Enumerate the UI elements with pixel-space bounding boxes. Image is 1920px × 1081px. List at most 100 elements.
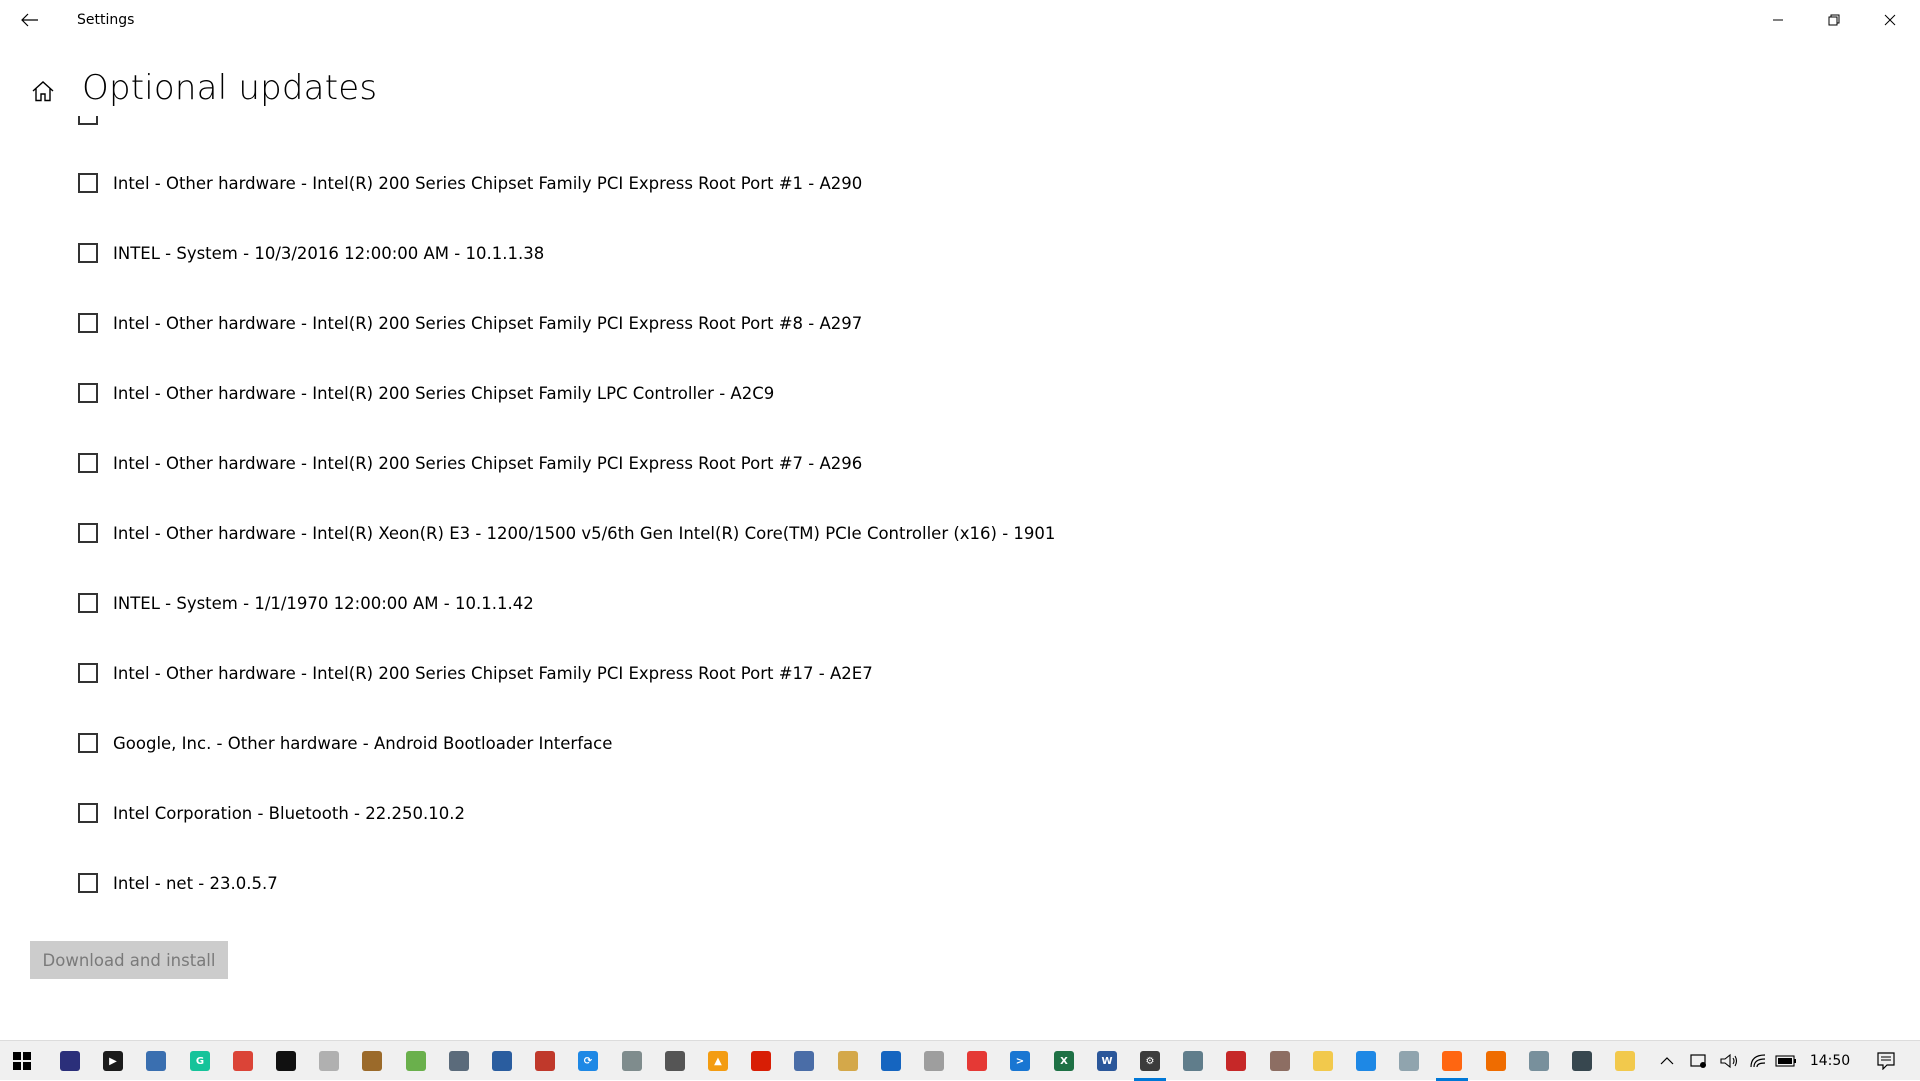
taskbar-app-gear-app[interactable] [655,1041,695,1081]
taskbar-app-word[interactable]: W [1087,1041,1127,1081]
taskbar-app-folder-app[interactable] [1605,1041,1645,1081]
sync-icon: ⟳ [578,1051,598,1071]
paint-app-icon [924,1051,944,1071]
taskbar-app-red-app[interactable] [957,1041,997,1081]
update-label: Intel - Other hardware - Intel(R) 200 Se… [113,173,863,193]
checkbox[interactable] [78,313,98,333]
checkbox[interactable] [78,803,98,823]
checkbox [78,116,98,125]
update-row[interactable]: Intel - Other hardware - Intel(R) 200 Se… [78,448,862,478]
show-hidden-icons-button[interactable] [1652,1041,1682,1081]
update-row[interactable]: INTEL - System - 1/1/1970 12:00:00 AM - … [78,588,534,618]
taskbar-app-pdf-reader[interactable] [741,1041,781,1081]
taskbar-app-terminal[interactable] [266,1041,306,1081]
taskbar-app-video-app[interactable] [1476,1041,1516,1081]
alpari-icon [838,1051,858,1071]
taskbar-app-file-explorer[interactable] [1303,1041,1343,1081]
page-title: Optional updates [82,68,378,108]
taskbar-app-briefcase[interactable] [1260,1041,1300,1081]
home-button[interactable] [26,74,60,108]
taskbar-app-camera-app[interactable] [1519,1041,1559,1081]
chart-app-icon [622,1051,642,1071]
taskbar-app-media-player[interactable]: ▶ [93,1041,133,1081]
taskbar-app-monitor-app[interactable] [136,1041,176,1081]
taskbar-app-clock-app[interactable] [482,1041,522,1081]
update-row[interactable]: Intel - Other hardware - Intel(R) Xeon(R… [78,518,1055,548]
taskbar-app-firefox[interactable] [1432,1041,1472,1081]
taskbar-app-alpari[interactable] [828,1041,868,1081]
taskbar-app-calculator[interactable] [439,1041,479,1081]
update-row[interactable]: Intel - net - 23.0.5.7 [78,868,278,898]
taskbar-app-archive-app[interactable] [525,1041,565,1081]
checkbox[interactable] [78,453,98,473]
network-button[interactable] [1744,1041,1774,1081]
update-label: INTEL - System - 10/3/2016 12:00:00 AM -… [113,243,545,263]
taskbar-app-search-app[interactable] [1216,1041,1256,1081]
minimize-button[interactable] [1750,0,1806,40]
checkbox[interactable] [78,173,98,193]
taskbar-app-green-app[interactable] [396,1041,436,1081]
taskbar-app-excel[interactable]: X [1044,1041,1084,1081]
download-and-install-button[interactable]: Download and install [30,941,228,979]
restore-button[interactable] [1806,0,1862,40]
volume-button[interactable] [1714,1041,1744,1081]
taskbar-app-vlc[interactable]: ▲ [698,1041,738,1081]
close-button[interactable] [1862,0,1918,40]
taskbar-app-photo-app[interactable] [1562,1041,1602,1081]
calculator-icon [449,1051,469,1071]
back-button[interactable] [14,4,46,36]
checkbox[interactable] [78,733,98,753]
update-row[interactable]: Google, Inc. - Other hardware - Android … [78,728,612,758]
word-icon: W [1097,1051,1117,1071]
game-app-icon [362,1051,382,1071]
clock[interactable]: 14:50 [1795,1041,1865,1081]
taskbar-app-chart-app[interactable] [612,1041,652,1081]
taskbar-app-remote-desktop[interactable] [1346,1041,1386,1081]
briefcase-icon [1270,1051,1290,1071]
wifi-icon [1750,1054,1766,1068]
glass-app-icon [1399,1051,1419,1071]
checkbox[interactable] [78,873,98,893]
taskbar-app-window-app[interactable] [784,1041,824,1081]
update-row[interactable]: Intel - Other hardware - Intel(R) 200 Se… [78,308,862,338]
update-row[interactable]: Intel - Other hardware - Intel(R) 200 Se… [78,378,774,408]
green-app-icon [406,1051,426,1071]
chevron-up-icon [1660,1057,1674,1065]
update-row[interactable]: Intel - Other hardware - Intel(R) 200 Se… [78,658,873,688]
checkbox[interactable] [78,663,98,683]
action-center-button[interactable] [1866,1041,1906,1081]
taskbar-app-glass-app[interactable] [1389,1041,1429,1081]
taskbar-app-settings[interactable]: ⚙ [1130,1041,1170,1081]
taskbar: ▶ G ⟳ ▲ > X W ⚙ 14:50 [0,1040,1920,1081]
update-row[interactable]: Intel - Other hardware - Intel(R) 200 Se… [78,168,862,198]
file-explorer-icon [1313,1051,1333,1071]
close-icon [1884,14,1896,26]
device-tray-button[interactable] [1684,1041,1714,1081]
taskbar-app-paint-app[interactable] [914,1041,954,1081]
checkbox[interactable] [78,383,98,403]
checkbox[interactable] [78,593,98,613]
checkbox[interactable] [78,523,98,543]
taskbar-app-calculator-keypad[interactable] [50,1041,90,1081]
taskbar-app-grammarly[interactable]: G [180,1041,220,1081]
taskbar-app-sync[interactable]: ⟳ [568,1041,608,1081]
taskbar-app-game-app[interactable] [352,1041,392,1081]
video-app-icon [1486,1051,1506,1071]
restore-icon [1828,14,1840,26]
update-label: Intel Corporation - Bluetooth - 22.250.1… [113,803,465,823]
update-row[interactable]: Intel Corporation - Bluetooth - 22.250.1… [78,798,465,828]
start-button[interactable] [2,1041,42,1081]
taskbar-app-chrome[interactable] [223,1041,263,1081]
photo-app-icon [1572,1051,1592,1071]
window-app-icon [794,1051,814,1071]
update-label: Intel - Other hardware - Intel(R) 200 Se… [113,663,873,683]
update-row[interactable]: INTEL - System - 10/3/2016 12:00:00 AM -… [78,238,544,268]
taskbar-app-puzzle-app[interactable] [309,1041,349,1081]
taskbar-app-laptop-app[interactable] [1173,1041,1213,1081]
firefox-icon [1442,1051,1462,1071]
taskbar-app-powershell[interactable]: > [1000,1041,1040,1081]
checkbox[interactable] [78,243,98,263]
grammarly-icon: G [190,1051,210,1071]
taskbar-app-blue-app[interactable] [871,1041,911,1081]
remote-desktop-icon [1356,1051,1376,1071]
